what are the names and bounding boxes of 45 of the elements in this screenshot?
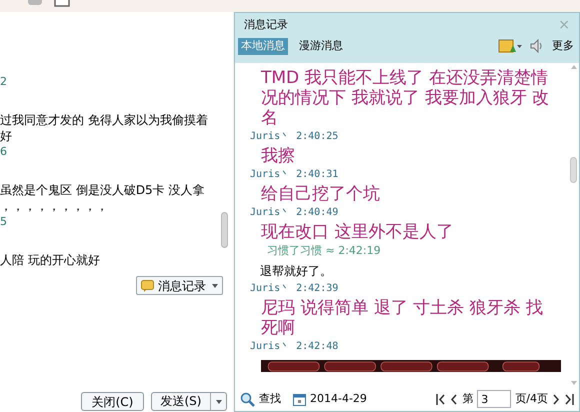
date-text: 2014-4-29 [310, 390, 367, 407]
sender-time: Juris丶 2:40:49 [250, 206, 338, 220]
chat-text: 人陪 玩的开心就好 [0, 252, 100, 268]
sender-time: Juris丶 2:40:31 [250, 168, 338, 182]
message-text: 我擦 [261, 146, 296, 166]
image-upload-icon[interactable] [498, 39, 522, 53]
chat-text: 过我同意才发的 免得人家以为我偷摸着 [0, 112, 208, 128]
send-button[interactable]: 发送(S) [151, 392, 227, 411]
page-field[interactable]: 3 [477, 390, 512, 408]
history-dropdown-button[interactable]: 消息记录 [136, 276, 223, 295]
chat-text: 好 [0, 128, 12, 144]
panel-title: 消息记录 [244, 17, 288, 34]
calendar-icon[interactable] [293, 392, 306, 406]
next-page-icon[interactable] [552, 394, 560, 404]
first-page-icon[interactable] [436, 394, 446, 404]
scrollbar-thumb[interactable] [221, 212, 228, 248]
message-text: 现在改口 这里外不是人了 [261, 222, 454, 242]
chat-text: ，，，，，，，，， [0, 198, 108, 214]
quote-sender: 习惯了习惯 ≈ 2:42:19 [267, 244, 381, 258]
message-text: 尼玛 说得简单 退了 寸土杀 狼牙杀 找死啊 [261, 298, 544, 338]
message-text: 退帮就好了。 [260, 263, 332, 280]
page-count: 页/4页 [515, 390, 548, 407]
previous-page-icon[interactable] [450, 394, 458, 404]
search-icon[interactable] [240, 392, 255, 406]
caret-icon [216, 400, 222, 404]
toolbar-icon[interactable] [54, 0, 70, 7]
chat-bubble-icon [141, 280, 154, 292]
tab[interactable]: 漫游消息 [296, 38, 346, 54]
sender-time: Juris丶 2:42:39 [250, 282, 338, 296]
sender-time: Juris丶 2:42:48 [250, 340, 338, 354]
more-link[interactable]: 更多 [552, 38, 574, 54]
chat-time: 6 [0, 144, 7, 160]
close-button[interactable]: 关闭(C) [81, 392, 144, 411]
scrollbar-thumb[interactable] [570, 157, 577, 183]
speaker-icon[interactable] [530, 39, 544, 53]
page-prefix: 第 [462, 390, 474, 407]
message-text: 给自己挖了个坑 [261, 184, 381, 204]
last-page-icon[interactable] [564, 394, 574, 404]
message-text: TMD 我只能不上线了 在还没弄清楚情况的情况下 我就说了 我要加入狼牙 改名 [261, 68, 550, 128]
chat-text: 虽然是个鬼区 倒是没人破D5卡 没人拿 [0, 182, 205, 198]
search-label[interactable]: 查找 [259, 390, 281, 408]
sender-time: Juris丶 2:40:25 [250, 130, 338, 144]
chat-time: 5 [0, 214, 7, 230]
caret-icon [212, 284, 218, 288]
chat-time: 2 [0, 74, 7, 90]
